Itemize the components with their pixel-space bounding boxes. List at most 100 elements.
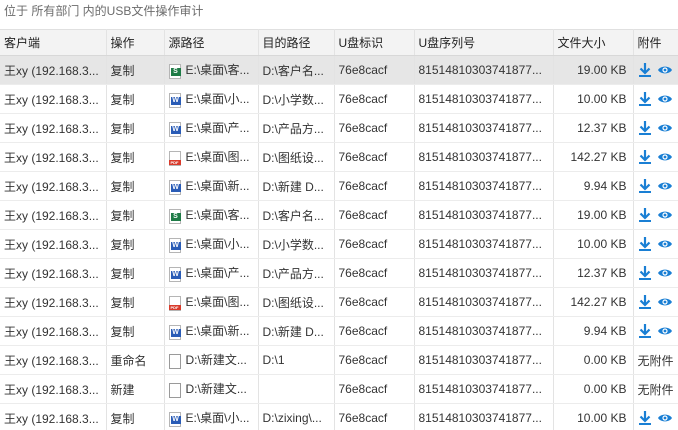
- dest-path-cell: D:\小学数...: [258, 229, 335, 259]
- attachment-cell: [633, 142, 678, 172]
- download-icon[interactable]: [638, 294, 652, 310]
- attachment-cell: [633, 258, 678, 288]
- table-row[interactable]: 王xy (192.168.3... 复制 W E:\桌面\小... D:\zixing\…: [0, 403, 678, 430]
- usb-id-cell: 76e8cacf: [334, 113, 415, 143]
- dest-path-cell: D:\客户名...: [258, 200, 335, 230]
- eye-icon[interactable]: [657, 209, 673, 221]
- usb-id-cell: 76e8cacf: [334, 84, 415, 114]
- source-path-cell: W E:\桌面\小...: [164, 229, 259, 259]
- col-header-dest-path[interactable]: 目的路径: [258, 29, 335, 56]
- eye-icon[interactable]: [657, 296, 673, 308]
- usb-serial-cell: 81514810303741877...: [414, 287, 554, 317]
- attachment-cell: 无附件: [633, 345, 678, 375]
- audit-grid: 客户端 操作 源路径 目的路径 U盘标识 U盘序列号 文件大小 附件 王xy (192.168…: [0, 29, 678, 430]
- source-path-cell: PDF E:\桌面\图...: [164, 142, 259, 172]
- source-path-cell: S E:\桌面\客...: [164, 200, 259, 230]
- client-cell: 王xy (192.168.3...: [0, 55, 107, 85]
- eye-icon[interactable]: [657, 93, 673, 105]
- word-file-icon: W: [168, 92, 181, 108]
- attachment-cell: [633, 229, 678, 259]
- source-path-text: E:\桌面\图...: [185, 295, 250, 310]
- table-row[interactable]: 王xy (192.168.3... 复制 W E:\桌面\新... D:\新建 D...…: [0, 171, 678, 201]
- table-row[interactable]: 王xy (192.168.3... 复制 W E:\桌面\小... D:\小学数... 7…: [0, 84, 678, 114]
- download-icon[interactable]: [638, 207, 652, 223]
- usb-id-cell: 76e8cacf: [334, 258, 415, 288]
- eye-icon[interactable]: [657, 325, 673, 337]
- table-header-row: 客户端 操作 源路径 目的路径 U盘标识 U盘序列号 文件大小 附件: [0, 29, 678, 56]
- table-row[interactable]: 王xy (192.168.3... 复制 W E:\桌面\小... D:\小学数... 7…: [0, 229, 678, 259]
- operation-cell: 复制: [106, 84, 165, 114]
- dest-path-cell: [258, 374, 335, 404]
- dest-path-cell: D:\1: [258, 345, 335, 375]
- source-path-cell: S E:\桌面\客...: [164, 55, 259, 85]
- col-header-operation[interactable]: 操作: [106, 29, 165, 56]
- table-row[interactable]: 王xy (192.168.3... 复制 W E:\桌面\产... D:\产品方... 7…: [0, 258, 678, 288]
- table-row[interactable]: 王xy (192.168.3... 复制 W E:\桌面\产... D:\产品方... 7…: [0, 113, 678, 143]
- source-path-cell: W E:\桌面\产...: [164, 258, 259, 288]
- download-icon[interactable]: [638, 410, 652, 426]
- usb-id-cell: 76e8cacf: [334, 316, 415, 346]
- operation-cell: 新建: [106, 374, 165, 404]
- attachment-cell: [633, 316, 678, 346]
- usb-serial-cell: 81514810303741877...: [414, 113, 554, 143]
- table-body: 王xy (192.168.3... 复制 S E:\桌面\客... D:\客户名... 7…: [0, 55, 678, 430]
- blank-file-icon: [168, 353, 181, 369]
- col-header-usb-serial[interactable]: U盘序列号: [414, 29, 554, 56]
- no-attachment-text: 无附件: [637, 382, 674, 397]
- table-row[interactable]: 王xy (192.168.3... 重命名 D:\新建文... D:\1 76e8cac…: [0, 345, 678, 375]
- client-cell: 王xy (192.168.3...: [0, 113, 107, 143]
- download-icon[interactable]: [638, 178, 652, 194]
- operation-cell: 重命名: [106, 345, 165, 375]
- eye-icon[interactable]: [657, 412, 673, 424]
- eye-icon[interactable]: [657, 151, 673, 163]
- file-size-cell: 19.00 KB: [553, 55, 634, 85]
- download-icon[interactable]: [638, 265, 652, 281]
- col-header-source-path[interactable]: 源路径: [164, 29, 259, 56]
- dest-path-cell: D:\产品方...: [258, 258, 335, 288]
- download-icon[interactable]: [638, 149, 652, 165]
- col-header-attachment[interactable]: 附件: [633, 29, 678, 56]
- source-path-text: E:\桌面\产...: [185, 266, 250, 281]
- col-header-client[interactable]: 客户端: [0, 29, 107, 56]
- source-path-cell: W E:\桌面\小...: [164, 403, 259, 430]
- file-size-cell: 10.00 KB: [553, 403, 634, 430]
- client-cell: 王xy (192.168.3...: [0, 374, 107, 404]
- table-row[interactable]: 王xy (192.168.3... 复制 S E:\桌面\客... D:\客户名... 7…: [0, 200, 678, 230]
- usb-serial-cell: 81514810303741877...: [414, 84, 554, 114]
- download-icon[interactable]: [638, 236, 652, 252]
- client-cell: 王xy (192.168.3...: [0, 258, 107, 288]
- file-size-cell: 12.37 KB: [553, 258, 634, 288]
- col-header-file-size[interactable]: 文件大小: [553, 29, 634, 56]
- eye-icon[interactable]: [657, 64, 673, 76]
- table-row[interactable]: 王xy (192.168.3... 复制 W E:\桌面\新... D:\新建 D...…: [0, 316, 678, 346]
- col-header-usb-id[interactable]: U盘标识: [334, 29, 415, 56]
- client-cell: 王xy (192.168.3...: [0, 316, 107, 346]
- no-attachment-text: 无附件: [637, 353, 674, 368]
- table-row[interactable]: 王xy (192.168.3... 新建 D:\新建文... 76e8cacf 8151…: [0, 374, 678, 404]
- usb-id-cell: 76e8cacf: [334, 229, 415, 259]
- source-path-cell: PDF E:\桌面\图...: [164, 287, 259, 317]
- download-icon[interactable]: [638, 120, 652, 136]
- download-icon[interactable]: [638, 62, 652, 78]
- breadcrumb: 位于 所有部门 内的USB文件操作审计: [0, 0, 678, 24]
- operation-cell: 复制: [106, 113, 165, 143]
- eye-icon[interactable]: [657, 122, 673, 134]
- source-path-text: E:\桌面\小...: [185, 237, 250, 252]
- eye-icon[interactable]: [657, 267, 673, 279]
- eye-icon[interactable]: [657, 180, 673, 192]
- file-size-cell: 12.37 KB: [553, 113, 634, 143]
- word-file-icon: W: [168, 266, 181, 282]
- dest-path-cell: D:\产品方...: [258, 113, 335, 143]
- table-row[interactable]: 王xy (192.168.3... 复制 S E:\桌面\客... D:\客户名... 7…: [0, 55, 678, 85]
- table-row[interactable]: 王xy (192.168.3... 复制 PDF E:\桌面\图... D:\图纸设..…: [0, 142, 678, 172]
- usb-id-cell: 76e8cacf: [334, 142, 415, 172]
- source-path-text: E:\桌面\客...: [185, 208, 250, 223]
- client-cell: 王xy (192.168.3...: [0, 171, 107, 201]
- download-icon[interactable]: [638, 91, 652, 107]
- dest-path-cell: D:\图纸设...: [258, 142, 335, 172]
- attachment-cell: [633, 84, 678, 114]
- eye-icon[interactable]: [657, 238, 673, 250]
- table-row[interactable]: 王xy (192.168.3... 复制 PDF E:\桌面\图... D:\图纸设..…: [0, 287, 678, 317]
- download-icon[interactable]: [638, 323, 652, 339]
- attachment-cell: [633, 171, 678, 201]
